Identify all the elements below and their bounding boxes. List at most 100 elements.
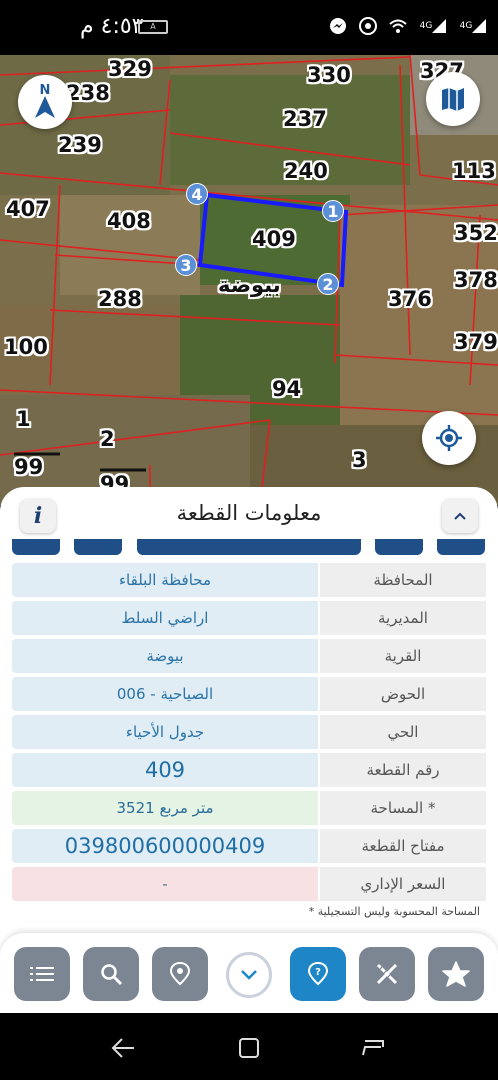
plot-label: 330 <box>307 63 351 87</box>
location-button[interactable] <box>152 947 208 1001</box>
admin-price-label: السعر الإداري <box>320 867 486 901</box>
back-arrow-icon <box>111 1038 134 1058</box>
chevron-up-icon <box>454 512 466 520</box>
plot-label: 3 <box>352 448 367 472</box>
selected-plot-label: 409 <box>252 227 296 251</box>
collapse-button[interactable] <box>442 499 478 533</box>
panel-title: معلومات القطعة <box>176 501 322 525</box>
plot-label: 237 <box>283 107 327 131</box>
bottom-toolbar: ? <box>0 933 498 1013</box>
corner-marker: 4 <box>186 183 208 205</box>
plot-label: 288 <box>98 287 142 311</box>
home-button[interactable] <box>234 1033 264 1063</box>
back-button[interactable] <box>108 1033 138 1063</box>
admin-price-value: - <box>12 867 318 901</box>
tab-peek[interactable] <box>137 539 361 555</box>
basin-label: الحوض <box>320 677 486 711</box>
plot-label: 99 <box>14 455 44 479</box>
expand-toggle-button[interactable] <box>226 952 272 998</box>
directorate-value: اراضي السلط <box>12 601 318 635</box>
compass-icon: N <box>35 83 55 118</box>
basin-value: الصياحية - 006 <box>12 677 318 711</box>
plot-key-label: مفتاح القطعة <box>320 829 486 863</box>
star-shape-icon <box>442 961 470 987</box>
plot-label: 240 <box>284 159 328 183</box>
corner-marker: 2 <box>317 273 339 295</box>
tab-peek[interactable] <box>437 539 485 555</box>
help-pin-icon: ? <box>307 961 329 986</box>
measure-tools-icon <box>376 963 398 985</box>
village-value: بيوضة <box>12 639 318 673</box>
status-time: ٤:٥٣ م <box>80 14 144 39</box>
plot-label: 2 <box>100 427 115 451</box>
signal-1-icon: 4G <box>418 16 448 36</box>
plot-number-value: 409 <box>12 753 318 787</box>
recents-icon <box>362 1040 384 1056</box>
list-icon <box>30 967 54 981</box>
tab-peek[interactable] <box>375 539 423 555</box>
messenger-icon <box>328 16 348 36</box>
table-row: - السعر الإداري <box>12 867 486 901</box>
signal-2-icon: 4G <box>458 16 488 36</box>
satellite-map[interactable]: 329 330 327 238 237 239 240 113 407 408 … <box>0 55 498 505</box>
panel-header: i معلومات القطعة <box>0 487 498 541</box>
tab-peek[interactable] <box>12 539 60 555</box>
plot-label: 376 <box>388 287 432 311</box>
whatsapp-icon <box>358 16 378 36</box>
home-square-icon <box>239 1038 259 1058</box>
table-row: 409 رقم القطعة <box>12 753 486 787</box>
list-button[interactable] <box>14 947 70 1001</box>
area-label: المساحة * <box>320 791 486 825</box>
plot-number-label: رقم القطعة <box>320 753 486 787</box>
table-row: اراضي السلط المديرية <box>12 601 486 635</box>
plot-label: 408 <box>107 209 151 233</box>
directorate-label: المديرية <box>320 601 486 635</box>
area-footnote: * المساحة المحسوبة وليس التسجيلية <box>308 905 480 918</box>
plot-label: 94 <box>272 377 302 401</box>
table-row: 039800600000409 مفتاح القطعة <box>12 829 486 863</box>
status-icons: 4G 4G <box>328 16 488 36</box>
svg-text:N: N <box>40 83 51 98</box>
measure-tools-button[interactable] <box>359 947 415 1001</box>
map-icon <box>442 88 464 111</box>
plot-key-value[interactable]: 039800600000409 <box>12 829 318 863</box>
village-label: القرية <box>320 639 486 673</box>
recents-button[interactable] <box>358 1033 388 1063</box>
area-value: 3521 متر مربع <box>12 791 318 825</box>
compass-button[interactable]: N <box>18 75 72 129</box>
neighborhood-value: جدول الأحياء <box>12 715 318 749</box>
plot-label: 100 <box>4 335 48 359</box>
table-row: بيوضة القرية <box>12 639 486 673</box>
chevron-down-icon <box>241 970 257 980</box>
table-row: 3521 متر مربع المساحة * <box>12 791 486 825</box>
svg-text:?: ? <box>315 967 321 978</box>
neighborhood-label: الحي <box>320 715 486 749</box>
map-layers-button[interactable] <box>426 72 480 126</box>
table-row: محافظة البلقاء المحافظة <box>12 563 486 597</box>
info-table: محافظة البلقاء المحافظة اراضي السلط المد… <box>12 563 486 905</box>
plot-label: 352 <box>454 221 498 245</box>
gps-target-icon <box>436 425 462 451</box>
corner-marker: 3 <box>175 254 197 276</box>
table-row: الصياحية - 006 الحوض <box>12 677 486 711</box>
plot-label: 329 <box>108 57 152 81</box>
my-location-button[interactable] <box>422 411 476 465</box>
tab-peek[interactable] <box>74 539 122 555</box>
search-button[interactable] <box>83 947 139 1001</box>
plot-label: 407 <box>6 197 50 221</box>
table-row: جدول الأحياء الحي <box>12 715 486 749</box>
plot-label: 379 <box>454 330 498 354</box>
plot-label: 239 <box>58 133 102 157</box>
status-bar: ٤:٥٣ م A 4G 4G <box>0 0 498 55</box>
plot-label: 1 <box>16 407 31 431</box>
village-label: بيوضة <box>218 273 281 297</box>
governorate-value: محافظة البلقاء <box>12 563 318 597</box>
plot-label: 113 <box>452 159 496 183</box>
system-nav-bar <box>0 1013 498 1080</box>
help-button[interactable]: ? <box>290 947 346 1001</box>
battery-icon: A <box>138 20 168 34</box>
corner-marker: 1 <box>322 200 344 222</box>
plot-label: 378 <box>454 268 498 292</box>
wifi-icon <box>388 16 408 36</box>
draw-shape-button[interactable] <box>428 947 484 1001</box>
